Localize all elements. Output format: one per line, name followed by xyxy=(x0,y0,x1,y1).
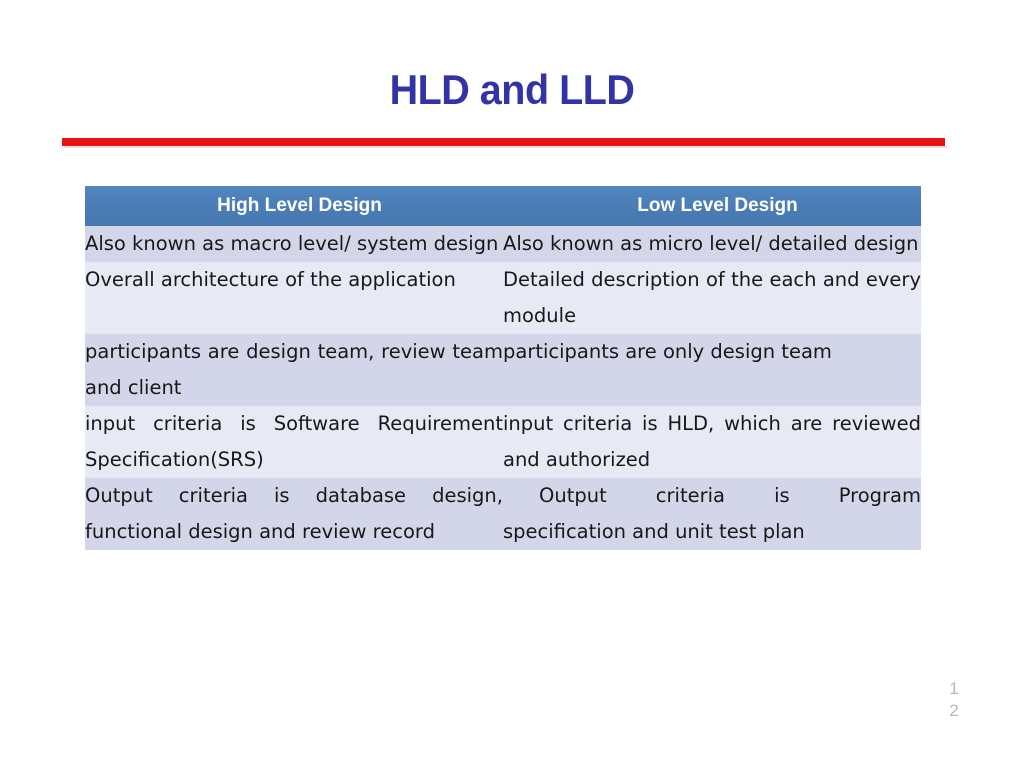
slide-canvas: HLD and LLD High Level Design Low Level … xyxy=(0,0,1024,768)
cell-text: Detailed description of the each and eve… xyxy=(503,268,921,327)
cell-text: participants are only design team xyxy=(503,340,832,363)
column-header-high-level-design: High Level Design xyxy=(85,186,503,226)
column-header-low-level-design: Low Level Design xyxy=(503,186,921,226)
cell-text: Output criteria is database design, func… xyxy=(85,484,503,543)
table-cell-lld: Output criteria is Program specification… xyxy=(503,478,921,550)
cell-text: input criteria is Software Requirement S… xyxy=(85,412,503,471)
table-row: Output criteria is database design, func… xyxy=(85,478,921,550)
table-cell-hld: Also known as macro level/ system design xyxy=(85,226,503,262)
cell-text: participants are design team, review tea… xyxy=(85,340,503,399)
comparison-table: High Level Design Low Level Design Also … xyxy=(85,186,921,550)
column-header-label: High Level Design xyxy=(217,195,382,216)
table-header-row: High Level Design Low Level Design xyxy=(85,186,921,226)
cell-text: Output criteria is Program specification… xyxy=(503,484,921,543)
title-divider-shadow xyxy=(64,146,947,148)
table-row: input criteria is Software Requirement S… xyxy=(85,406,921,478)
title-divider-rule xyxy=(62,138,945,146)
table-cell-hld: input criteria is Software Requirement S… xyxy=(85,406,503,478)
table-cell-lld: Detailed description of the each and eve… xyxy=(503,262,921,334)
table-cell-hld: Overall architecture of the application xyxy=(85,262,503,334)
table-cell-lld: participants are only design team xyxy=(503,334,921,406)
cell-text: Overall architecture of the application xyxy=(85,268,456,291)
table-row: Also known as macro level/ system design… xyxy=(85,226,921,262)
table-row: participants are design team, review tea… xyxy=(85,334,921,406)
cell-text: Also known as micro level/ detailed desi… xyxy=(503,232,919,255)
cell-text-indented: Output criteria is Program specification… xyxy=(503,478,921,550)
table-cell-lld: Also known as micro level/ detailed desi… xyxy=(503,226,921,262)
cell-text: Also known as macro level/ system design xyxy=(85,232,499,255)
page-title: HLD and LLD xyxy=(389,66,635,113)
table-row: Overall architecture of the application … xyxy=(85,262,921,334)
table-cell-hld: participants are design team, review tea… xyxy=(85,334,503,406)
page-number: 12 xyxy=(949,679,959,720)
table-cell-lld: input criteria is HLD, which are reviewe… xyxy=(503,406,921,478)
cell-text: input criteria is HLD, which are reviewe… xyxy=(503,412,921,471)
table-cell-hld: Output criteria is database design, func… xyxy=(85,478,503,550)
column-header-label: Low Level Design xyxy=(637,195,798,216)
